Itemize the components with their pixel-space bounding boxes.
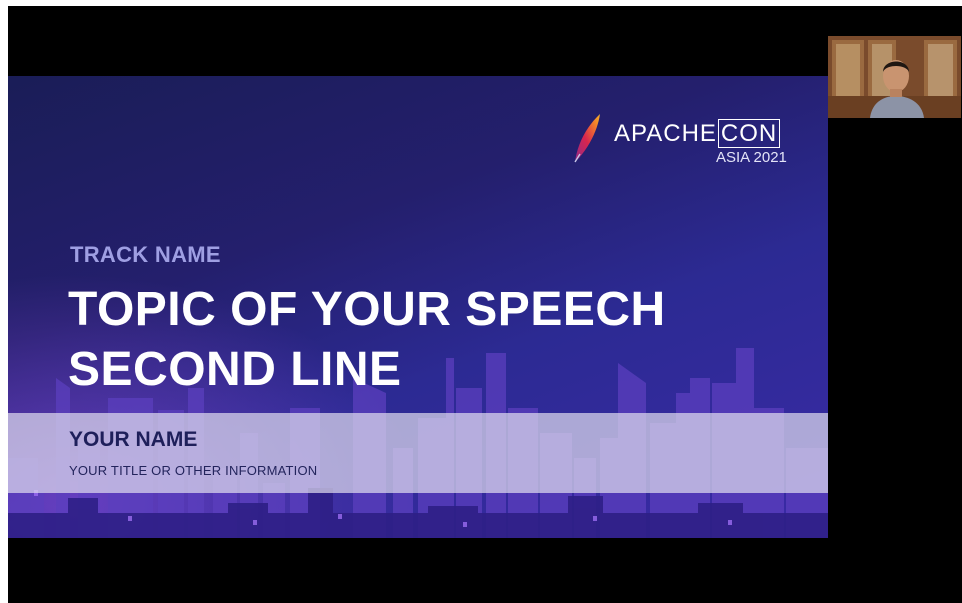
track-name: TRACK NAME xyxy=(70,242,221,267)
speech-title-line-2: SECOND LINE xyxy=(68,343,402,396)
speaker-info-band xyxy=(8,413,828,493)
presenter-webcam-thumbnail[interactable] xyxy=(828,36,961,118)
apache-feather-icon xyxy=(574,114,600,163)
speech-title-line-1: TOPIC OF YOUR SPEECH xyxy=(68,283,666,336)
presenter-video-feed xyxy=(828,36,961,118)
presentation-slide: APACHE CON ASIA 2021 TRACK NAME TOPIC OF … xyxy=(8,76,828,538)
apachecon-wordmark: APACHE CON xyxy=(614,119,781,148)
speaker-name: YOUR NAME xyxy=(69,428,198,451)
screen-share-viewer: APACHE CON ASIA 2021 TRACK NAME TOPIC OF … xyxy=(8,6,962,603)
speaker-title-info: YOUR TITLE OR OTHER INFORMATION xyxy=(69,463,318,478)
conference-edition: ASIA 2021 xyxy=(716,149,787,166)
speech-title: TOPIC OF YOUR SPEECH SECOND LINE xyxy=(68,280,666,400)
apachecon-logo: APACHE CON ASIA 2021 xyxy=(571,112,801,168)
